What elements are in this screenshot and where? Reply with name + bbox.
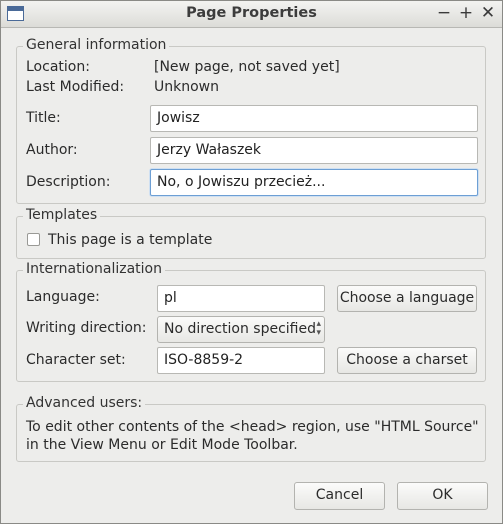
- templates-legend: Templates: [23, 207, 101, 223]
- minimize-icon[interactable]: −: [435, 3, 453, 23]
- choose-charset-button[interactable]: Choose a charset: [337, 347, 477, 374]
- writing-direction-value: No direction specified: [164, 321, 316, 337]
- choose-language-button[interactable]: Choose a language: [337, 285, 477, 312]
- cancel-button[interactable]: Cancel: [294, 482, 385, 510]
- language-label: Language:: [26, 289, 100, 305]
- title-bar: Page Properties − + ✕: [1, 1, 502, 28]
- author-field[interactable]: Jerzy Wałaszek: [150, 137, 478, 164]
- location-label: Location:: [26, 59, 90, 75]
- advanced-users-text: To edit other contents of the <head> reg…: [26, 419, 479, 453]
- advanced-users-legend: Advanced users:: [23, 395, 146, 411]
- description-field[interactable]: No, o Jowiszu przecież...: [150, 169, 478, 196]
- chevron-updown-icon: ▴ ▾: [316, 319, 321, 338]
- last-modified-value: Unknown: [154, 79, 219, 95]
- charset-field[interactable]: ISO-8859-2: [157, 347, 325, 374]
- internationalization-legend: Internationalization: [23, 261, 165, 277]
- template-checkbox[interactable]: [27, 233, 40, 246]
- character-set-label: Character set:: [26, 352, 126, 368]
- template-checkbox-label[interactable]: This page is a template: [48, 232, 212, 248]
- location-value: [New page, not saved yet]: [154, 59, 340, 75]
- close-icon[interactable]: ✕: [479, 3, 497, 23]
- general-legend: General information: [23, 37, 170, 53]
- writing-direction-select[interactable]: No direction specified ▴ ▾: [157, 316, 325, 343]
- page-properties-dialog: Page Properties − + ✕ General informatio…: [0, 0, 503, 524]
- ok-button[interactable]: OK: [397, 482, 488, 510]
- writing-direction-label: Writing direction:: [26, 320, 147, 336]
- title-field[interactable]: Jowisz: [150, 105, 478, 132]
- description-label: Description:: [26, 174, 111, 190]
- author-label: Author:: [26, 142, 78, 158]
- maximize-icon[interactable]: +: [457, 3, 475, 23]
- last-modified-label: Last Modified:: [26, 79, 125, 95]
- window-title: Page Properties: [186, 5, 317, 21]
- title-label: Title:: [26, 110, 61, 126]
- language-field[interactable]: pl: [157, 285, 325, 312]
